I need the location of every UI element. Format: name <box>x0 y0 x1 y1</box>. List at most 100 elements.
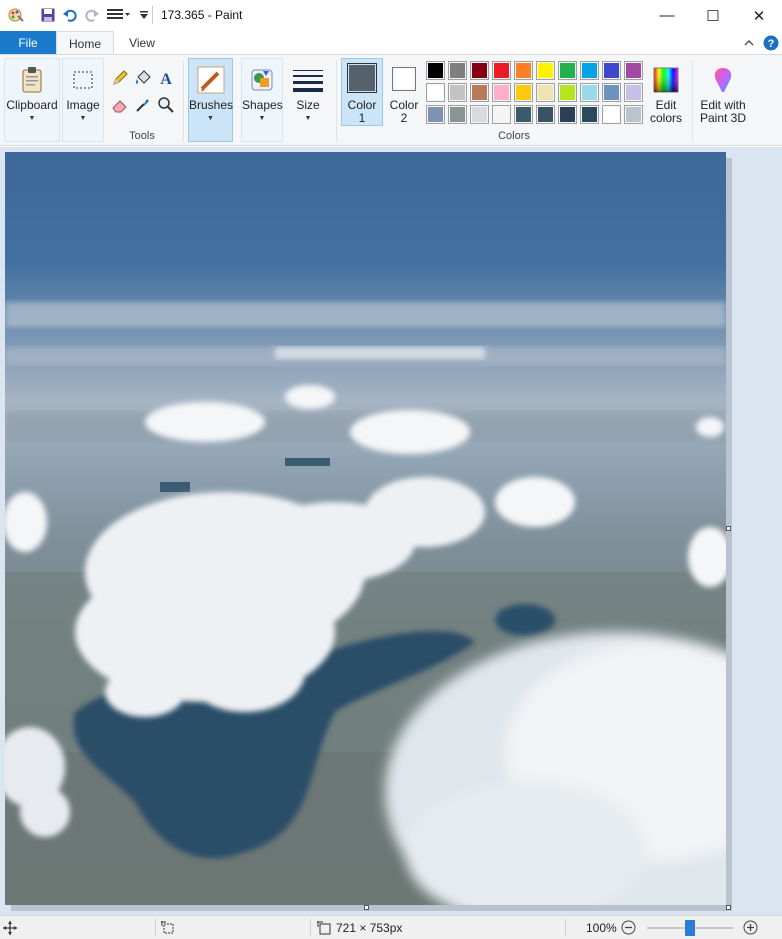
tools-group-label: Tools <box>129 130 155 142</box>
resize-handle-bottom[interactable] <box>364 905 369 910</box>
color2-button[interactable]: Color 2 <box>386 58 422 126</box>
fill-bucket-icon[interactable] <box>133 68 153 88</box>
size-button[interactable]: Size ▼ <box>287 58 329 142</box>
save-icon[interactable] <box>40 7 56 23</box>
palette-swatch-color <box>428 63 443 78</box>
color1-label-line2: 1 <box>358 111 366 125</box>
palette-swatch[interactable] <box>448 61 467 80</box>
palette-swatch[interactable] <box>580 83 599 102</box>
palette-swatch[interactable] <box>448 105 467 124</box>
text-icon[interactable]: A <box>156 68 176 88</box>
palette-swatch[interactable] <box>602 61 621 80</box>
palette-swatch[interactable] <box>426 61 445 80</box>
select-icon <box>73 71 93 89</box>
clipboard-button[interactable]: Clipboard ▼ <box>4 58 60 142</box>
paint3d-icon <box>714 68 732 92</box>
edit-with-paint3d-button[interactable]: Edit with Paint 3D <box>696 58 750 142</box>
palette-swatch[interactable] <box>580 61 599 80</box>
zoom-in-button[interactable] <box>743 920 758 935</box>
image-button[interactable]: Image ▼ <box>62 58 104 142</box>
tab-home[interactable]: Home <box>56 31 114 55</box>
palette-swatch[interactable] <box>492 105 511 124</box>
palette-swatch-color <box>604 107 619 122</box>
chevron-down-icon: ▼ <box>28 115 36 122</box>
painting-image <box>5 152 726 905</box>
size-label: Size <box>296 98 320 112</box>
color-spectrum-icon <box>653 67 679 93</box>
image-label: Image <box>66 98 100 112</box>
palette-swatch-color <box>428 107 443 122</box>
palette-swatch[interactable] <box>426 83 445 102</box>
zoom-level-text: 100% <box>586 921 617 935</box>
colors-group-label: Colors <box>498 130 530 142</box>
window-title: 173.365 - Paint <box>161 8 243 22</box>
redo-icon[interactable] <box>84 7 100 23</box>
maximize-button[interactable]: ☐ <box>690 0 736 31</box>
palette-swatch[interactable] <box>470 105 489 124</box>
close-button[interactable]: ✕ <box>736 0 782 31</box>
palette-swatch-color <box>604 63 619 78</box>
zoom-slider-thumb[interactable] <box>685 920 695 936</box>
drawing-canvas[interactable] <box>5 152 726 905</box>
shapes-button[interactable]: Shapes ▼ <box>241 58 283 142</box>
palette-swatch-color <box>494 63 509 78</box>
palette-swatch-color <box>516 63 531 78</box>
palette-swatch[interactable] <box>514 105 533 124</box>
palette-swatch[interactable] <box>470 83 489 102</box>
palette-swatch[interactable] <box>602 83 621 102</box>
palette-swatch[interactable] <box>558 83 577 102</box>
clipboard-label: Clipboard <box>6 98 58 112</box>
color1-button[interactable]: Color 1 <box>341 58 383 126</box>
brushes-button[interactable]: Brushes ▼ <box>188 58 233 142</box>
pencil-icon[interactable] <box>110 68 130 88</box>
palette-swatch[interactable] <box>470 61 489 80</box>
tab-view[interactable]: View <box>114 31 170 55</box>
properties-icon[interactable] <box>106 7 132 23</box>
palette-swatch[interactable] <box>514 83 533 102</box>
resize-handle-corner[interactable] <box>726 905 731 910</box>
paint-app-icon[interactable] <box>8 7 24 23</box>
palette-swatch[interactable] <box>536 83 555 102</box>
group-divider <box>692 60 693 142</box>
edit-colors-button[interactable]: Edit colors <box>647 58 685 142</box>
shapes-icon <box>251 69 273 91</box>
palette-swatch-color <box>626 63 641 78</box>
palette-swatch[interactable] <box>448 83 467 102</box>
palette-swatch[interactable] <box>514 61 533 80</box>
palette-swatch[interactable] <box>536 105 555 124</box>
selection-size-icon <box>161 921 175 935</box>
palette-swatch[interactable] <box>580 105 599 124</box>
palette-swatch[interactable] <box>492 83 511 102</box>
palette-swatch[interactable] <box>602 105 621 124</box>
palette-swatch[interactable] <box>558 61 577 80</box>
tab-file[interactable]: File <box>0 31 56 55</box>
palette-swatch[interactable] <box>536 61 555 80</box>
image-size-icon <box>317 921 331 935</box>
palette-swatch[interactable] <box>624 83 643 102</box>
magnifier-icon[interactable] <box>156 95 176 115</box>
palette-swatch[interactable] <box>492 61 511 80</box>
collapse-ribbon-icon[interactable] <box>742 36 756 50</box>
zoom-out-button[interactable] <box>621 920 636 935</box>
palette-swatch[interactable] <box>624 105 643 124</box>
resize-handle-right[interactable] <box>726 526 731 531</box>
color2-label-line2: 2 <box>400 111 408 125</box>
palette-swatch[interactable] <box>624 61 643 80</box>
color-picker-icon[interactable] <box>133 95 153 115</box>
help-icon[interactable]: ? <box>763 35 779 51</box>
edit-colors-label-line2: colors <box>649 111 682 125</box>
undo-icon[interactable] <box>62 7 78 23</box>
chevron-down-icon: ▼ <box>258 115 266 122</box>
zoom-in-icon <box>743 920 758 935</box>
palette-swatch[interactable] <box>558 105 577 124</box>
line-size-icon <box>293 70 323 92</box>
customize-icon[interactable] <box>136 7 152 23</box>
palette-swatch[interactable] <box>426 105 445 124</box>
palette-swatch-color <box>450 85 465 100</box>
svg-text:?: ? <box>768 38 775 50</box>
group-divider <box>336 60 337 142</box>
zoom-out-icon <box>621 920 636 935</box>
minimize-button[interactable]: — <box>644 0 690 31</box>
eraser-icon[interactable] <box>110 95 130 115</box>
palette-swatch-color <box>516 85 531 100</box>
